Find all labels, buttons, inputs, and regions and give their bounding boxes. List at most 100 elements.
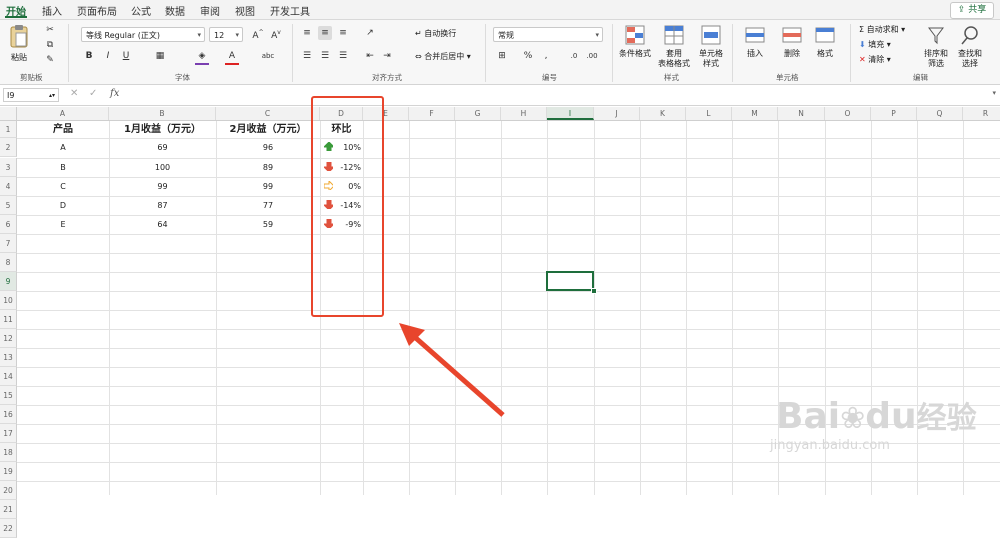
cell-jan-revenue[interactable]: 99 xyxy=(109,177,214,196)
fill-handle[interactable] xyxy=(591,288,597,294)
row-header-21[interactable]: 21 xyxy=(0,500,17,519)
header-feb-revenue[interactable]: 2月收益（万元） xyxy=(216,121,318,138)
wrap-text-button[interactable]: ↵ 自动换行 xyxy=(415,29,456,39)
tab-view[interactable]: 视图 xyxy=(235,3,255,18)
font-name-select[interactable]: 等线 Regular (正文) ▾ xyxy=(81,27,205,42)
decrease-decimal-icon[interactable]: .00 xyxy=(585,49,599,63)
increase-decimal-icon[interactable]: .0 xyxy=(567,49,581,63)
cell-product[interactable]: E xyxy=(17,215,107,234)
number-format-select[interactable]: 常规 ▾ xyxy=(493,27,603,42)
formula-input[interactable] xyxy=(128,87,988,103)
share-button[interactable]: ⇪ 共享 xyxy=(950,2,994,19)
expand-formula-icon[interactable]: ▾ xyxy=(992,89,996,97)
row-header-3[interactable]: 3 xyxy=(0,158,17,177)
column-header-o[interactable]: O xyxy=(825,107,871,120)
align-middle-icon[interactable]: ≡ xyxy=(318,26,332,40)
row-header-9[interactable]: 9 xyxy=(0,272,17,291)
cancel-icon[interactable]: ✕ xyxy=(70,88,78,99)
row-header-4[interactable]: 4 xyxy=(0,177,17,196)
cell-feb-revenue[interactable]: 59 xyxy=(216,215,318,234)
decrease-font-icon[interactable]: Av xyxy=(269,26,283,41)
underline-button[interactable]: U xyxy=(119,49,133,63)
cell-feb-revenue[interactable]: 77 xyxy=(216,196,318,215)
bold-button[interactable]: B xyxy=(82,49,96,63)
tab-formulas[interactable]: 公式 xyxy=(131,3,151,18)
column-header-c[interactable]: C xyxy=(216,107,320,120)
percent-icon[interactable]: % xyxy=(521,49,535,63)
row-header-6[interactable]: 6 xyxy=(0,215,17,234)
row-header-18[interactable]: 18 xyxy=(0,443,17,462)
cell-jan-revenue[interactable]: 69 xyxy=(109,138,214,157)
column-header-k[interactable]: K xyxy=(640,107,686,120)
copy-icon[interactable]: ⧉ xyxy=(43,38,57,52)
tab-insert[interactable]: 插入 xyxy=(42,3,62,18)
tab-data[interactable]: 数据 xyxy=(165,3,185,18)
row-header-2[interactable]: 2 xyxy=(0,138,17,157)
align-left-icon[interactable]: ☰ xyxy=(300,49,314,63)
row-header-16[interactable]: 16 xyxy=(0,405,17,424)
enter-icon[interactable]: ✓ xyxy=(89,88,97,99)
comma-icon[interactable]: , xyxy=(539,49,553,63)
select-all-corner[interactable] xyxy=(0,107,17,120)
increase-font-icon[interactable]: A^ xyxy=(251,26,265,41)
column-header-h[interactable]: H xyxy=(501,107,547,120)
cell-feb-revenue[interactable]: 96 xyxy=(216,138,318,157)
column-header-p[interactable]: P xyxy=(871,107,917,120)
cell-product[interactable]: A xyxy=(17,138,107,157)
row-header-20[interactable]: 20 xyxy=(0,481,17,500)
cell-jan-revenue[interactable]: 87 xyxy=(109,196,214,215)
align-center-icon[interactable]: ☰ xyxy=(318,49,332,63)
column-header-q[interactable]: Q xyxy=(917,107,963,120)
header-jan-revenue[interactable]: 1月收益（万元） xyxy=(109,121,214,138)
cell-feb-revenue[interactable]: 99 xyxy=(216,177,318,196)
format-painter-icon[interactable]: ✎ xyxy=(43,53,57,67)
row-header-11[interactable]: 11 xyxy=(0,310,17,329)
cell-product[interactable]: D xyxy=(17,196,107,215)
cut-icon[interactable]: ✂ xyxy=(43,23,57,37)
align-bottom-icon[interactable]: ≡ xyxy=(336,26,350,40)
cell-jan-revenue[interactable]: 64 xyxy=(109,215,214,234)
cell-feb-revenue[interactable]: 89 xyxy=(216,158,318,177)
currency-icon[interactable]: ⊞ xyxy=(495,49,509,63)
column-header-m[interactable]: M xyxy=(732,107,778,120)
row-header-15[interactable]: 15 xyxy=(0,386,17,405)
phonetic-icon[interactable]: abc xyxy=(261,49,275,63)
conditional-format-button[interactable]: 条件格式 xyxy=(618,24,652,59)
find-select-button[interactable]: 查找和 选择 xyxy=(953,24,987,69)
column-header-f[interactable]: F xyxy=(409,107,455,120)
clear-button[interactable]: ✕ 清除 ▾ xyxy=(859,55,891,65)
column-header-i[interactable]: I xyxy=(547,107,594,120)
paste-button[interactable]: 粘贴 xyxy=(6,24,32,63)
column-header-r[interactable]: R xyxy=(963,107,1000,120)
row-header-17[interactable]: 17 xyxy=(0,424,17,443)
header-product[interactable]: 产品 xyxy=(17,121,107,138)
cell-product[interactable]: C xyxy=(17,177,107,196)
selected-cell[interactable] xyxy=(546,271,594,291)
autosum-button[interactable]: Σ 自动求和 ▾ xyxy=(859,25,905,35)
orientation-icon[interactable]: ↗ xyxy=(363,26,377,40)
row-header-12[interactable]: 12 xyxy=(0,329,17,348)
row-header-19[interactable]: 19 xyxy=(0,462,17,481)
decrease-indent-icon[interactable]: ⇤ xyxy=(363,49,377,63)
row-header-22[interactable]: 22 xyxy=(0,519,17,538)
tab-developer[interactable]: 开发工具 xyxy=(270,3,310,18)
row-header-8[interactable]: 8 xyxy=(0,253,17,272)
font-color-icon[interactable]: A xyxy=(225,49,239,65)
cell-jan-revenue[interactable]: 100 xyxy=(109,158,214,177)
row-header-1[interactable]: 1 xyxy=(0,121,17,138)
row-header-10[interactable]: 10 xyxy=(0,291,17,310)
name-box[interactable]: I9 ▴▾ xyxy=(3,88,59,102)
row-header-5[interactable]: 5 xyxy=(0,196,17,215)
tab-review[interactable]: 审阅 xyxy=(200,3,220,18)
column-header-g[interactable]: G xyxy=(455,107,501,120)
cell-styles-button[interactable]: 单元格 样式 xyxy=(694,24,728,69)
column-header-a[interactable]: A xyxy=(17,107,109,120)
align-top-icon[interactable]: ≡ xyxy=(300,26,314,40)
merge-center-button[interactable]: ⇔ 合并后居中 ▾ xyxy=(415,52,471,62)
align-right-icon[interactable]: ☰ xyxy=(336,49,350,63)
sort-filter-button[interactable]: 排序和 筛选 xyxy=(920,24,952,69)
tab-page-layout[interactable]: 页面布局 xyxy=(77,3,117,18)
row-header-14[interactable]: 14 xyxy=(0,367,17,386)
column-header-n[interactable]: N xyxy=(778,107,825,120)
increase-indent-icon[interactable]: ⇥ xyxy=(380,49,394,63)
